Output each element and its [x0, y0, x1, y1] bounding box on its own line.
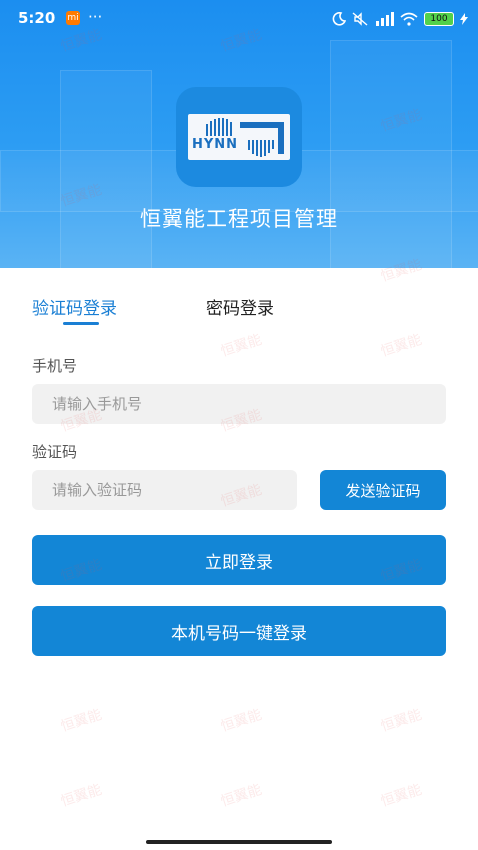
watermark: 恒翼能	[378, 331, 424, 361]
watermark: 恒翼能	[218, 331, 264, 361]
send-code-button[interactable]: 发送验证码	[320, 470, 446, 510]
watermark: 恒翼能	[218, 706, 264, 736]
more-notifications-icon: ···	[88, 8, 103, 26]
moon-icon	[332, 12, 346, 26]
logo-text: HYNN	[192, 137, 239, 152]
app-title: 恒翼能工程项目管理	[140, 207, 338, 231]
status-bar: 5:20 mi ··· 100	[0, 0, 478, 36]
one-click-login-button[interactable]: 本机号码一键登录	[32, 606, 446, 656]
mi-notification-icon: mi	[66, 11, 80, 25]
code-label: 验证码	[32, 443, 78, 461]
charging-icon	[460, 13, 468, 25]
watermark: 恒翼能	[218, 781, 264, 811]
active-tab-indicator	[63, 322, 99, 325]
tab-password-login[interactable]: 密码登录	[206, 294, 274, 319]
code-input[interactable]	[32, 470, 297, 510]
watermark: 恒翼能	[58, 706, 104, 736]
phone-label: 手机号	[32, 357, 78, 375]
watermark: 恒翼能	[58, 781, 104, 811]
status-time: 5:20	[18, 9, 56, 27]
home-indicator[interactable]	[146, 840, 332, 844]
header-banner: 5:20 mi ··· 100 HYNN 恒翼能工程项目管理	[0, 0, 478, 268]
login-button[interactable]: 立即登录	[32, 535, 446, 585]
app-logo: HYNN	[176, 87, 302, 187]
tab-sms-login[interactable]: 验证码登录	[32, 294, 117, 319]
phone-input[interactable]	[32, 384, 446, 424]
signal-icon	[376, 12, 394, 26]
wifi-icon	[400, 12, 418, 26]
battery-icon: 100	[424, 12, 454, 26]
logo-plate: HYNN	[188, 114, 290, 160]
status-icons: 100	[332, 9, 468, 29]
mute-icon	[352, 12, 368, 26]
watermark: 恒翼能	[378, 706, 424, 736]
watermark: 恒翼能	[378, 781, 424, 811]
